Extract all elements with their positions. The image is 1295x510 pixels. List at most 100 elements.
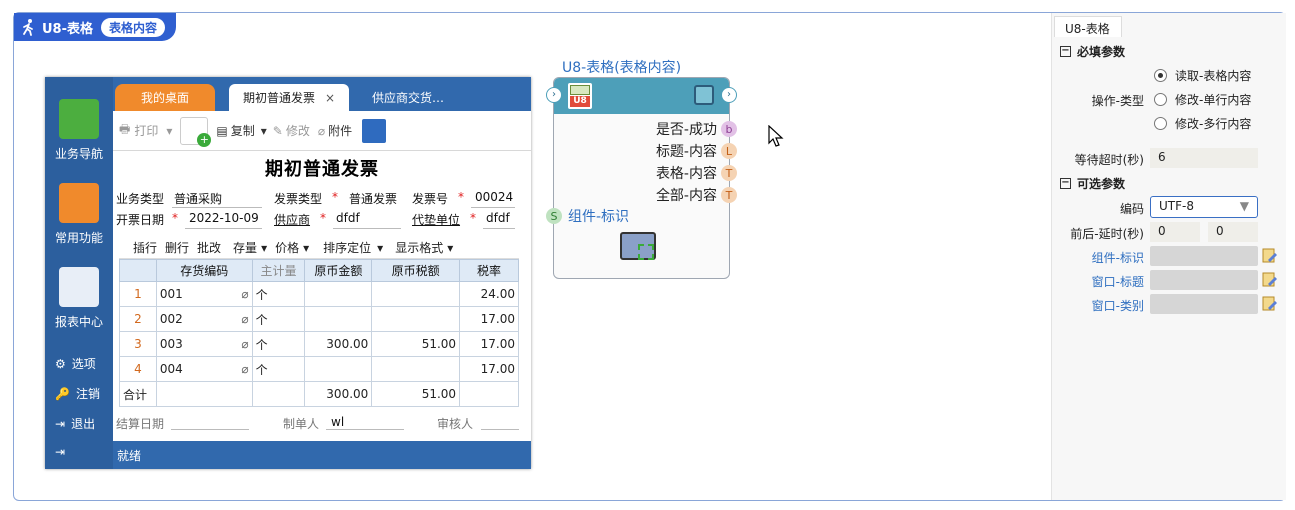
sidebar-nav[interactable]: 业务导航 [45, 99, 113, 162]
table-row[interactable]: 4 004 ⌀ 个 17.00 [119, 356, 519, 382]
agent-label[interactable]: 代垫单位 [412, 211, 460, 228]
optional-section[interactable]: − 可选参数 [1060, 175, 1125, 192]
save-icon[interactable] [362, 118, 387, 143]
flow-out-port-icon[interactable]: › [721, 87, 737, 103]
edit-icon[interactable] [1262, 272, 1278, 288]
tab-desktop[interactable]: 我的桌面 [115, 84, 215, 111]
close-icon[interactable]: × [325, 91, 335, 105]
price-button[interactable]: 价格 [275, 239, 299, 256]
op-option-read[interactable]: 读取-表格内容 [1154, 67, 1251, 84]
inv-no-field[interactable]: 00024 [475, 190, 513, 204]
date-field[interactable]: 2022-10-09 [189, 211, 259, 225]
grid-header[interactable]: 税率 [459, 259, 519, 282]
flow-tag[interactable]: U8-表格 表格内容 [14, 13, 176, 41]
input-component[interactable]: S 组件-标识 [546, 206, 629, 226]
collapse-icon[interactable]: − [1060, 46, 1071, 57]
input-port-icon[interactable]: S [546, 208, 562, 224]
delay-before-input[interactable]: 0 [1150, 222, 1200, 242]
inv-type-field[interactable]: 普通发票 [349, 190, 397, 207]
output-all[interactable]: 全部-内容 T [656, 185, 737, 205]
window-target-icon[interactable] [620, 232, 656, 260]
radio-icon[interactable] [1154, 69, 1167, 82]
paperclip-icon[interactable]: ⌀ [241, 312, 248, 326]
paperclip-icon[interactable]: ⌀ [241, 337, 248, 351]
edit-icon[interactable] [1262, 296, 1278, 312]
rate-cell[interactable]: 17.00 [459, 356, 519, 382]
display-format-button[interactable]: 显示格式 [395, 239, 443, 256]
code-cell[interactable]: 001 ⌀ [155, 281, 253, 307]
flow-pill[interactable]: 表格内容 [101, 17, 166, 37]
paperclip-icon[interactable]: ⌀ [241, 362, 248, 376]
delete-row-button[interactable]: 删行 [165, 239, 189, 256]
edit-icon[interactable] [1262, 248, 1278, 264]
grid-header[interactable]: 主计量 [251, 259, 306, 282]
rate-cell[interactable]: 24.00 [459, 281, 519, 307]
radio-icon[interactable] [1154, 117, 1167, 130]
table-row[interactable]: 1 001 ⌀ 个 24.00 [119, 281, 519, 307]
copy-button[interactable]: 复制 [231, 122, 255, 139]
batch-edit-button[interactable]: 批改 [197, 239, 221, 256]
collapse-icon[interactable]: − [1060, 178, 1071, 189]
table-row[interactable]: 2 002 ⌀ 个 17.00 [119, 306, 519, 332]
encoding-select[interactable]: UTF-8 ▼ [1150, 196, 1258, 218]
code-cell[interactable]: 004 ⌀ [155, 356, 253, 382]
output-table[interactable]: 表格-内容 T [656, 163, 737, 183]
grid-header[interactable]: 原币金额 [304, 259, 373, 282]
chevron-down-icon[interactable]: ▾ [447, 241, 453, 255]
collapse-link[interactable]: ⇥ [55, 445, 65, 459]
tax-cell[interactable] [371, 281, 461, 307]
print-button[interactable]: 打印 [134, 122, 158, 139]
table-row[interactable]: 3 003 ⌀ 个 300.00 51.00 17.00 [119, 331, 519, 357]
unit-cell[interactable]: 个 [251, 281, 306, 307]
amount-cell[interactable] [304, 306, 373, 332]
required-section[interactable]: − 必填参数 [1060, 43, 1125, 60]
output-port-icon[interactable]: T [721, 187, 737, 203]
grid-header[interactable]: 原币税额 [371, 259, 461, 282]
insert-row-button[interactable]: 插行 [133, 239, 157, 256]
stock-button[interactable]: 存量 [233, 239, 257, 256]
logout-link[interactable]: 🔑 注销 [55, 385, 100, 402]
sort-button[interactable]: 排序定位 [323, 239, 371, 256]
output-port-icon[interactable]: L [721, 143, 737, 159]
rate-cell[interactable]: 17.00 [459, 306, 519, 332]
rate-cell[interactable]: 17.00 [459, 331, 519, 357]
chevron-down-icon[interactable]: ▾ [377, 241, 383, 255]
unit-cell[interactable]: 个 [251, 306, 306, 332]
tax-cell[interactable] [371, 356, 461, 382]
delay-after-input[interactable]: 0 [1208, 222, 1258, 242]
tab-invoice[interactable]: 期初普通发票 × [229, 84, 349, 111]
biz-type-field[interactable]: 普通采购 [174, 190, 222, 207]
amount-cell[interactable]: 300.00 [304, 331, 373, 357]
supplier-field[interactable]: dfdf [336, 211, 360, 225]
unit-cell[interactable]: 个 [251, 331, 306, 357]
attach-button[interactable]: 附件 [328, 122, 352, 139]
options-link[interactable]: ⚙ 选项 [55, 355, 96, 372]
window-class-input[interactable] [1150, 294, 1258, 314]
add-button[interactable]: + [180, 116, 212, 147]
code-cell[interactable]: 003 ⌀ [155, 331, 253, 357]
amount-cell[interactable] [304, 281, 373, 307]
paperclip-icon[interactable]: ⌀ [241, 287, 248, 301]
modify-button[interactable]: 修改 [286, 122, 310, 139]
tab-u8-table[interactable]: U8-表格 [1054, 16, 1122, 37]
chevron-down-icon[interactable]: ▾ [261, 241, 267, 255]
output-title[interactable]: 标题-内容 L [656, 141, 737, 161]
pointer-select-icon[interactable] [694, 85, 714, 105]
agent-field[interactable]: dfdf [486, 211, 510, 225]
component-id-input[interactable] [1150, 246, 1258, 266]
tab-supplier[interactable]: 供应商交货… [353, 84, 463, 111]
amount-cell[interactable] [304, 356, 373, 382]
output-success[interactable]: 是否-成功 b [656, 119, 737, 139]
tax-cell[interactable]: 51.00 [371, 331, 461, 357]
op-option-multi[interactable]: 修改-多行内容 [1154, 115, 1251, 132]
chevron-down-icon[interactable]: ▾ [303, 241, 309, 255]
tax-cell[interactable] [371, 306, 461, 332]
supplier-label[interactable]: 供应商 [274, 211, 310, 228]
print-dropdown-icon[interactable]: ▾ [166, 124, 172, 138]
flow-node[interactable]: U8 › › 是否-成功 b 标题-内容 L 表格-内容 T 全部-内容 T S 组件-… [546, 77, 737, 279]
sidebar-fav[interactable]: 常用功能 [45, 183, 113, 246]
copy-dropdown-icon[interactable]: ▾ [261, 124, 267, 138]
code-cell[interactable]: 002 ⌀ [155, 306, 253, 332]
output-port-icon[interactable]: T [721, 165, 737, 181]
unit-cell[interactable]: 个 [251, 356, 306, 382]
